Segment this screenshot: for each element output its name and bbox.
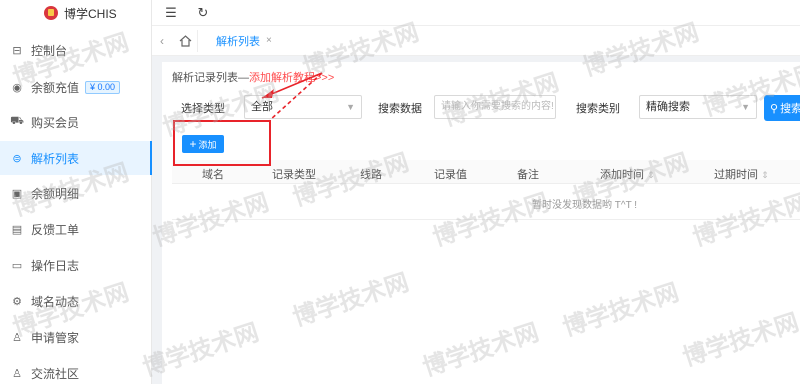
column-header[interactable]: 线路 bbox=[360, 166, 382, 182]
column-header-label: 过期时间 bbox=[714, 169, 758, 181]
column-header[interactable]: 备注 bbox=[517, 166, 539, 182]
sort-icon: ⇕ bbox=[761, 170, 769, 180]
sidebar-item-dashboard[interactable]: ⊟ 控制台 bbox=[0, 33, 152, 67]
type-select[interactable]: 全部 ▼ bbox=[244, 95, 362, 119]
sidebar-item-domain-news[interactable]: ⚙ 域名动态 bbox=[0, 284, 152, 318]
search-button-label: 搜索 bbox=[780, 103, 800, 115]
main-panel: 解析记录列表—添加解析教程>>> 选择类型 全部 ▼ 搜索数据 请输入你需要搜索… bbox=[162, 62, 800, 384]
annotation-highlight-box bbox=[173, 120, 271, 166]
home-tab[interactable] bbox=[174, 29, 198, 52]
sidebar-item-buy-vip[interactable]: ⛟ 购买会员 bbox=[0, 105, 152, 139]
panel-title: 解析记录列表— bbox=[172, 72, 249, 84]
sidebar-item-feedback[interactable]: ▤ 反馈工单 bbox=[0, 212, 152, 246]
cart-icon: ⛟ bbox=[10, 115, 24, 127]
table-empty-row: 暂时没发现数据哟 T^T ! bbox=[172, 184, 800, 220]
sidebar-item-label: 余额明细 bbox=[31, 186, 80, 201]
tabs-scroll-left-icon[interactable]: ‹ bbox=[160, 34, 164, 48]
top-toolbar: ☰ ↻ bbox=[152, 0, 800, 26]
column-header[interactable]: 域名 bbox=[202, 166, 224, 182]
type-label: 选择类型 bbox=[181, 103, 225, 115]
sidebar-item-label: 申请管家 bbox=[31, 330, 80, 345]
sidebar-item-label: 反馈工单 bbox=[31, 222, 80, 237]
sidebar-item-resolve-list[interactable]: ⊜ 解析列表 bbox=[0, 141, 152, 175]
ledger-icon: ▣ bbox=[11, 187, 23, 200]
sidebar-item-logs[interactable]: ▭ 操作日志 bbox=[0, 248, 152, 282]
column-header[interactable]: 记录类型 bbox=[272, 166, 316, 182]
tab-label: 解析列表 bbox=[216, 35, 260, 48]
column-header[interactable]: 记录值 bbox=[434, 166, 467, 182]
tab-resolve-list[interactable]: 解析列表 × bbox=[208, 30, 280, 52]
search-button[interactable]: ⚲ 搜索 bbox=[764, 95, 800, 121]
brand-name: 博学CHIS bbox=[64, 6, 117, 21]
home-icon bbox=[179, 34, 192, 47]
tutorial-link[interactable]: 添加解析教程>>> bbox=[249, 72, 334, 84]
column-header-label: 添加时间 bbox=[600, 169, 644, 181]
close-icon[interactable]: × bbox=[266, 35, 272, 46]
domain-icon: ⚙ bbox=[12, 295, 22, 308]
ticket-icon: ▤ bbox=[11, 223, 23, 236]
sidebar-item-label: 购买会员 bbox=[31, 115, 80, 130]
sidebar-item-label: 域名动态 bbox=[31, 294, 80, 309]
sidebar: 博学CHIS ⊟ 控制台 ◉ 余额充值 ¥ 0.00 ⛟ 购买会员 ⊜ 解析列表… bbox=[0, 0, 152, 384]
wallet-icon: ◉ bbox=[12, 81, 22, 94]
sidebar-item-balance-detail[interactable]: ▣ 余额明细 bbox=[0, 176, 152, 210]
panel-header: 解析记录列表—添加解析教程>>> bbox=[172, 69, 334, 85]
brand[interactable]: 博学CHIS bbox=[0, 0, 151, 26]
column-header-sortable[interactable]: 过期时间 ⇕ bbox=[714, 166, 769, 182]
sidebar-item-label: 余额充值 bbox=[31, 80, 80, 95]
sidebar-item-community[interactable]: ♙ 交流社区 bbox=[0, 356, 152, 384]
chevron-down-icon: ▼ bbox=[741, 102, 750, 112]
search-icon: ⚲ bbox=[770, 102, 779, 115]
sidebar-item-label: 交流社区 bbox=[31, 366, 80, 381]
type-select-value: 全部 bbox=[251, 101, 273, 113]
user-icon: ♙ bbox=[12, 331, 22, 344]
search-input[interactable]: 请输入你需要搜索的内容! bbox=[434, 95, 556, 119]
logo-icon bbox=[44, 6, 58, 20]
empty-message: 暂时没发现数据哟 T^T ! bbox=[532, 200, 638, 211]
category-select[interactable]: 精确搜索 ▼ bbox=[639, 95, 757, 119]
balance-badge: ¥ 0.00 bbox=[85, 80, 121, 94]
list-icon: ⊜ bbox=[12, 152, 22, 165]
column-header-sortable[interactable]: 添加时间 ⇕ bbox=[600, 166, 655, 182]
log-icon: ▭ bbox=[11, 259, 23, 272]
category-select-value: 精确搜索 bbox=[646, 101, 690, 113]
records-table: 域名 记录类型 线路 记录值 备注 添加时间 ⇕ 过期时间 ⇕ 暂时没发现数据哟… bbox=[172, 160, 800, 220]
dashboard-icon: ⊟ bbox=[12, 44, 22, 57]
sidebar-item-label: 解析列表 bbox=[31, 151, 80, 166]
tabs-bar: ‹ 解析列表 × bbox=[152, 26, 800, 56]
data-label: 搜索数据 bbox=[378, 103, 422, 115]
menu-toggle-icon[interactable]: ☰ bbox=[162, 4, 180, 22]
search-form: 选择类型 全部 ▼ 搜索数据 请输入你需要搜索的内容! 搜索类别 精确搜索 ▼ … bbox=[162, 95, 800, 121]
sidebar-item-apply-steward[interactable]: ♙ 申请管家 bbox=[0, 320, 152, 354]
chevron-down-icon: ▼ bbox=[346, 102, 355, 112]
sidebar-item-recharge[interactable]: ◉ 余额充值 ¥ 0.00 bbox=[0, 70, 152, 104]
sort-icon: ⇕ bbox=[647, 170, 655, 180]
community-icon: ♙ bbox=[12, 367, 22, 380]
sidebar-item-label: 操作日志 bbox=[31, 258, 80, 273]
category-label: 搜索类别 bbox=[576, 103, 620, 115]
sidebar-item-label: 控制台 bbox=[31, 43, 68, 58]
refresh-icon[interactable]: ↻ bbox=[194, 4, 212, 22]
